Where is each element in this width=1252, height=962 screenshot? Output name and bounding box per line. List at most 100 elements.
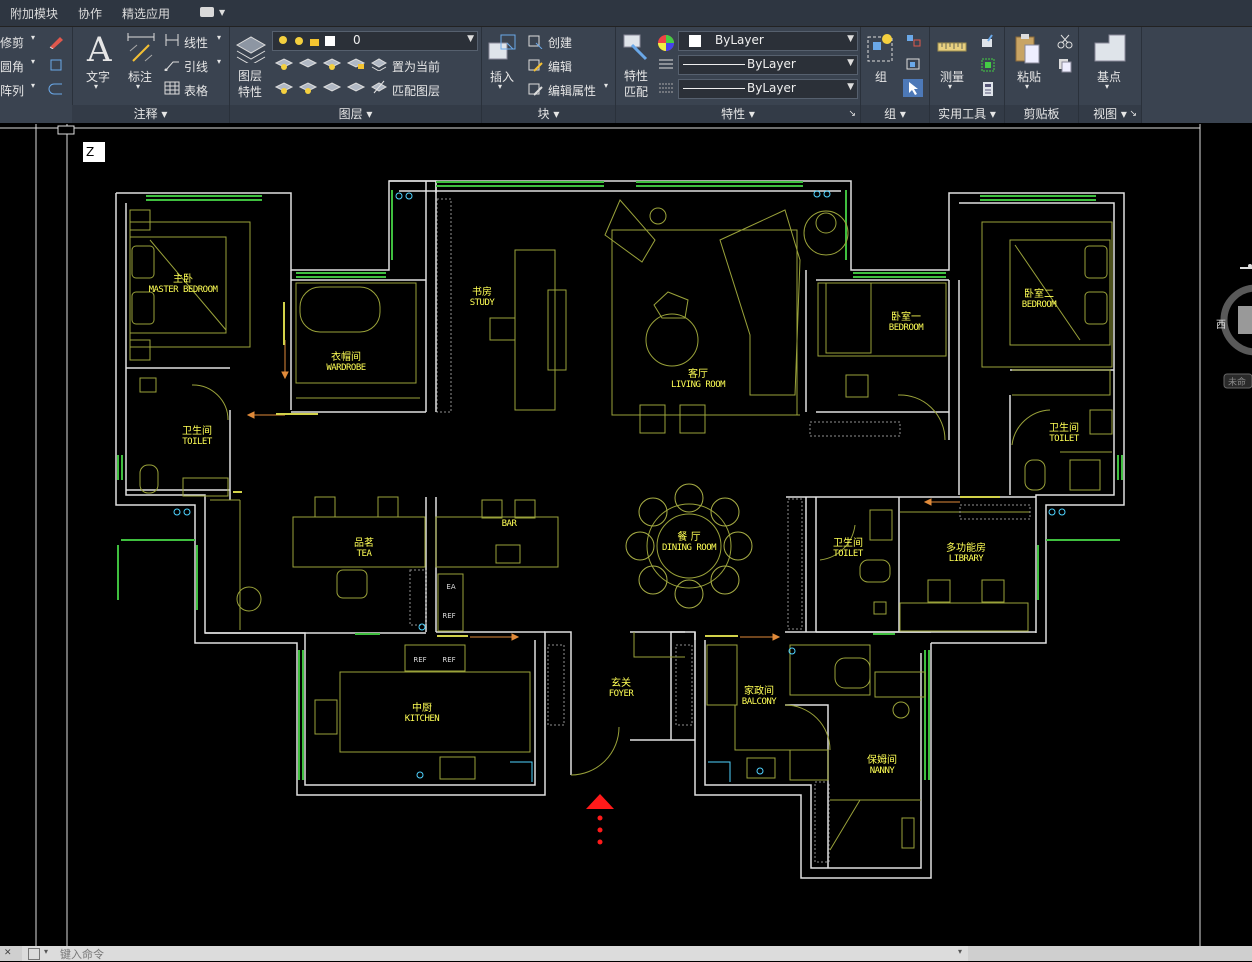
layer-properties-icon[interactable] xyxy=(235,31,267,63)
chevron-down-icon: ▼ xyxy=(467,34,474,44)
offset-icon[interactable] xyxy=(48,81,64,97)
panel-properties-title[interactable]: 特性 ▾ ↘ xyxy=(616,105,860,123)
appliance-tag: EA xyxy=(446,583,456,591)
table-button[interactable]: 表格 xyxy=(184,82,208,99)
cut-icon[interactable] xyxy=(1057,33,1073,49)
chevron-down-icon: ▾ xyxy=(136,82,141,91)
panel-modify: 修剪 ▾ 圆角 ▾ 阵列 ▾ xyxy=(0,27,73,123)
workspace-icon xyxy=(200,7,214,17)
edit-attribute-button[interactable]: 编辑属性 xyxy=(548,82,596,99)
panel-annotation-title[interactable]: 注释 ▾ xyxy=(72,105,229,123)
edit-block-icon xyxy=(528,59,543,72)
leader-icon xyxy=(164,61,179,71)
panel-clipboard-title: 剪贴板 xyxy=(1005,105,1078,123)
chevron-down-icon: ▼ xyxy=(847,34,854,44)
set-current-button[interactable]: 置为当前 xyxy=(392,58,440,75)
copy-icon[interactable] xyxy=(1057,57,1073,73)
layer-tool-row1-icons[interactable] xyxy=(274,55,370,71)
trim-button[interactable]: 修剪 xyxy=(0,34,24,51)
room-label: 保姆间 NANNY xyxy=(867,755,897,776)
leader-button[interactable]: 引线 xyxy=(184,58,208,75)
create-block-icon xyxy=(528,35,543,49)
ungroup-icon[interactable] xyxy=(905,33,921,47)
chevron-down-icon: ▾ xyxy=(1025,82,1030,91)
menu-featured-apps[interactable]: 精选应用 xyxy=(122,5,170,22)
array-button[interactable]: 阵列 xyxy=(0,82,24,99)
menu-collaborate[interactable]: 协作 xyxy=(78,5,102,22)
text-icon[interactable]: A xyxy=(86,31,112,67)
table-icon xyxy=(164,81,180,95)
lineweight-dropdown[interactable]: ByLayer ▼ xyxy=(678,79,858,99)
linetype-dropdown[interactable]: ByLayer ▼ xyxy=(678,55,858,75)
ribbon: 修剪 ▾ 圆角 ▾ 阵列 ▾ A 文字 ▾ 标注 ▾ 线性 ▾ 引线 ▾ 表格 … xyxy=(0,27,1252,123)
chevron-down-icon: ▾ xyxy=(31,57,36,66)
group-icon[interactable] xyxy=(865,31,897,65)
workspace-switch[interactable]: ▼ xyxy=(200,7,226,19)
panel-groups-title[interactable]: 组 ▾ xyxy=(861,105,929,123)
chevron-down-icon: ▼ xyxy=(847,82,854,92)
command-input[interactable]: ▾ 键入命令 xyxy=(22,946,968,961)
room-label: 卧室一 BEDROOM xyxy=(888,312,924,333)
room-label: 卧室二 BEDROOM xyxy=(1021,289,1057,310)
room-label: BAR xyxy=(501,519,517,529)
lineweight-value: ByLayer xyxy=(747,81,796,95)
explode-icon[interactable] xyxy=(48,57,64,73)
layer-tool-row2-icons[interactable] xyxy=(274,79,370,95)
chevron-down-icon: ▾ xyxy=(217,57,222,66)
fillet-button[interactable]: 圆角 xyxy=(0,58,24,75)
panel-view-title[interactable]: 视图 ▾ ↘ xyxy=(1079,105,1141,123)
room-label: 餐 厅 DINING ROOM xyxy=(661,532,717,553)
panel-layers-title[interactable]: 图层 ▾ xyxy=(230,105,481,123)
lineweight-icon xyxy=(659,83,673,93)
calculator-icon[interactable] xyxy=(980,81,996,97)
command-menu-icon[interactable] xyxy=(28,948,40,960)
coordinate-tag: Z xyxy=(83,142,105,162)
viewcube[interactable]: 西 未命 xyxy=(1210,248,1252,408)
appliance-tag: REF xyxy=(413,656,427,664)
group-edit-icon[interactable] xyxy=(905,57,921,71)
chevron-down-icon: ▾ xyxy=(498,82,503,91)
panel-groups: 组 组 ▾ xyxy=(861,27,930,123)
chevron-down-icon: ▼ xyxy=(219,8,226,17)
close-icon[interactable]: ✕ xyxy=(4,948,12,958)
panel-utilities-title[interactable]: 实用工具 ▾ xyxy=(930,105,1004,123)
panel-view: 基点 ▾ 视图 ▾ ↘ xyxy=(1079,27,1142,123)
viewcube-unnamed[interactable]: 未命 xyxy=(1228,375,1246,388)
quick-select-icon[interactable] xyxy=(980,57,996,73)
match-layer-button[interactable]: 匹配图层 xyxy=(392,82,440,99)
erase-icon[interactable] xyxy=(48,33,64,49)
floor-plan xyxy=(0,124,1201,946)
id-point-icon[interactable] xyxy=(980,33,996,49)
drawing-canvas[interactable]: 西 未命 xyxy=(0,124,1252,946)
color-dropdown[interactable]: ByLayer ▼ xyxy=(678,31,858,51)
edit-block-button[interactable]: 编辑 xyxy=(548,58,572,75)
chevron-down-icon: ▾ xyxy=(948,82,953,91)
group-select-icon[interactable] xyxy=(903,79,923,97)
room-label: 玄关 FOYER xyxy=(608,678,634,699)
room-label: 衣帽间 WARDROBE xyxy=(326,352,366,373)
color-value: ByLayer xyxy=(715,33,764,47)
insert-block-icon[interactable] xyxy=(487,31,519,63)
linear-button[interactable]: 线性 xyxy=(184,34,208,51)
room-label: 家政间 BALCONY xyxy=(741,686,777,707)
color-wheel-icon[interactable] xyxy=(656,33,676,53)
base-point-icon[interactable] xyxy=(1093,33,1127,63)
layer-dropdown[interactable]: 0 ▼ xyxy=(272,31,478,51)
measure-icon[interactable] xyxy=(936,31,968,63)
chevron-down-icon[interactable]: ▾ xyxy=(44,947,48,956)
panel-annotation: A 文字 ▾ 标注 ▾ 线性 ▾ 引线 ▾ 表格 注释 ▾ xyxy=(72,27,230,123)
viewcube-west[interactable]: 西 xyxy=(1216,316,1226,331)
match-properties-icon[interactable] xyxy=(622,31,652,63)
menu-addons[interactable]: 附加模块 xyxy=(10,5,58,22)
dimension-icon[interactable] xyxy=(125,31,157,65)
create-block-button[interactable]: 创建 xyxy=(548,34,572,51)
match-layer-icon xyxy=(370,80,388,94)
appliance-tag: REF xyxy=(442,656,456,664)
paste-icon[interactable] xyxy=(1013,31,1043,65)
group-button[interactable]: 组 xyxy=(875,68,887,85)
panel-utilities: 测量 ▾ 实用工具 ▾ xyxy=(930,27,1005,123)
chevron-down-icon[interactable]: ▾ xyxy=(958,947,962,956)
chevron-down-icon: ▾ xyxy=(31,33,36,42)
panel-block-title[interactable]: 块 ▾ xyxy=(482,105,615,123)
layer-state-icons xyxy=(279,36,335,46)
